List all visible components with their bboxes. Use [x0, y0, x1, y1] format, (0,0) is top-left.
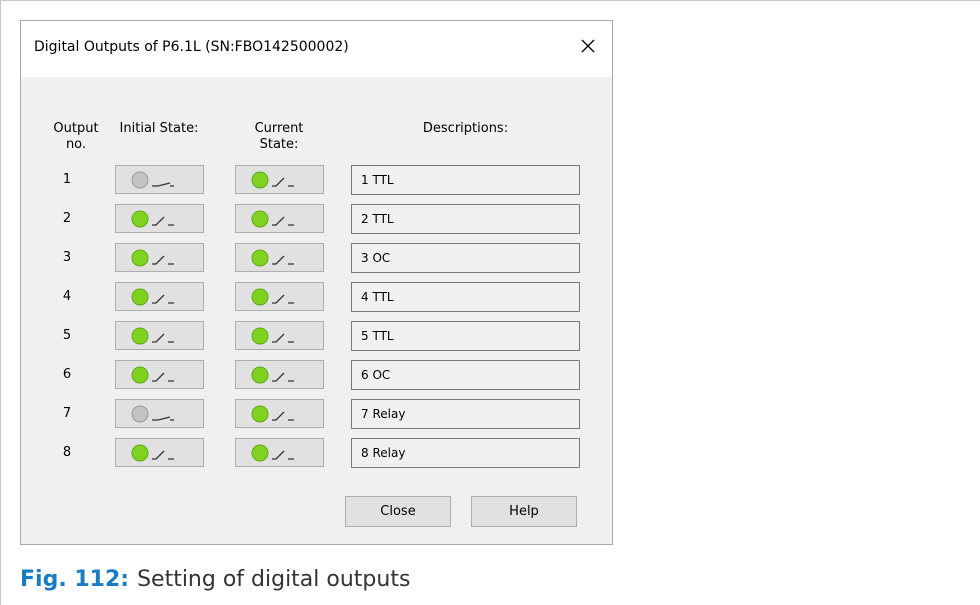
switch-symbol [272, 450, 294, 460]
output-number: 8 [62, 445, 72, 460]
switch-closed-icon [251, 366, 294, 384]
description-field-3[interactable] [351, 243, 580, 273]
description-field-1[interactable] [351, 165, 580, 195]
switch-closed-icon [251, 210, 294, 228]
current-state-toggle-1[interactable] [235, 165, 324, 194]
switch-closed-icon [251, 444, 294, 462]
initial-state-toggle-5[interactable] [115, 321, 204, 350]
switch-symbol [152, 255, 174, 265]
digital-outputs-dialog: Digital Outputs of P6.1L (SN:FBO14250000… [20, 20, 613, 545]
led-on-indicator [251, 288, 269, 306]
led-on-indicator [251, 444, 269, 462]
output-number: 5 [62, 328, 72, 343]
switch-closed-icon [131, 249, 174, 267]
initial-state-toggle-8[interactable] [115, 438, 204, 467]
initial-state-toggle-6[interactable] [115, 360, 204, 389]
switch-symbol [272, 294, 294, 304]
page-top-rule [0, 0, 980, 1]
figure-label: Fig. 112: [20, 567, 130, 592]
description-field-2[interactable] [351, 204, 580, 234]
header-output-no-line1: Output [53, 121, 99, 136]
figure-text: Setting of digital outputs [137, 567, 411, 592]
current-state-toggle-4[interactable] [235, 282, 324, 311]
switch-closed-icon [251, 405, 294, 423]
switch-open-icon [131, 405, 174, 423]
switch-symbol [152, 294, 174, 304]
output-number: 7 [62, 406, 72, 421]
page-left-rule [0, 0, 1, 605]
figure-caption: Fig. 112: Setting of digital outputs [20, 566, 410, 594]
dialog-title: Digital Outputs of P6.1L (SN:FBO14250000… [34, 39, 349, 55]
switch-symbol [272, 333, 294, 343]
switch-symbol [152, 333, 174, 343]
switch-open-icon [131, 171, 174, 189]
led-on-indicator [251, 405, 269, 423]
switch-closed-icon [131, 327, 174, 345]
initial-state-toggle-3[interactable] [115, 243, 204, 272]
description-field-4[interactable] [351, 282, 580, 312]
current-state-toggle-8[interactable] [235, 438, 324, 467]
switch-closed-icon [131, 288, 174, 306]
current-state-toggle-6[interactable] [235, 360, 324, 389]
led-on-indicator [131, 288, 149, 306]
header-current-state-line1: Current [254, 121, 304, 136]
switch-symbol [272, 255, 294, 265]
current-state-toggle-3[interactable] [235, 243, 324, 272]
description-field-6[interactable] [351, 360, 580, 390]
current-state-toggle-5[interactable] [235, 321, 324, 350]
output-number: 1 [62, 172, 72, 187]
dialog-titlebar: Digital Outputs of P6.1L (SN:FBO14250000… [21, 21, 612, 77]
led-on-indicator [131, 249, 149, 267]
help-button[interactable]: Help [471, 496, 577, 527]
header-descriptions: Descriptions: [422, 121, 509, 136]
switch-symbol [152, 372, 174, 382]
led-on-indicator [131, 366, 149, 384]
header-output-no-line2: no. [65, 137, 87, 152]
switch-closed-icon [131, 444, 174, 462]
led-on-indicator [251, 249, 269, 267]
switch-symbol [272, 372, 294, 382]
switch-symbol [152, 182, 174, 187]
switch-closed-icon [251, 327, 294, 345]
output-number: 2 [62, 211, 72, 226]
switch-symbol [272, 216, 294, 226]
led-off-indicator [131, 171, 149, 189]
header-current-state: Current State: [234, 121, 324, 153]
led-on-indicator [131, 444, 149, 462]
led-off-indicator [131, 405, 149, 423]
initial-state-toggle-7[interactable] [115, 399, 204, 428]
output-number: 4 [62, 289, 72, 304]
switch-symbol [152, 216, 174, 226]
initial-state-toggle-2[interactable] [115, 204, 204, 233]
output-number: 6 [62, 367, 72, 382]
led-on-indicator [251, 210, 269, 228]
header-initial-state: Initial State: [119, 121, 199, 136]
switch-closed-icon [251, 288, 294, 306]
led-on-indicator [251, 327, 269, 345]
current-state-toggle-2[interactable] [235, 204, 324, 233]
led-on-indicator [251, 171, 269, 189]
led-on-indicator [131, 327, 149, 345]
close-button[interactable]: Close [345, 496, 451, 527]
switch-symbol [272, 177, 294, 187]
switch-closed-icon [251, 249, 294, 267]
switch-closed-icon [131, 210, 174, 228]
switch-closed-icon [131, 366, 174, 384]
description-field-8[interactable] [351, 438, 580, 468]
header-current-state-line2: State: [259, 137, 299, 152]
switch-symbol [152, 416, 174, 421]
description-field-7[interactable] [351, 399, 580, 429]
switch-symbol [272, 411, 294, 421]
output-number: 3 [62, 250, 72, 265]
current-state-toggle-7[interactable] [235, 399, 324, 428]
led-on-indicator [131, 210, 149, 228]
switch-symbol [152, 450, 174, 460]
switch-closed-icon [251, 171, 294, 189]
header-output-no: Output no. [45, 121, 107, 153]
led-on-indicator [251, 366, 269, 384]
initial-state-toggle-1[interactable] [115, 165, 204, 194]
initial-state-toggle-4[interactable] [115, 282, 204, 311]
close-icon[interactable] [576, 34, 600, 58]
description-field-5[interactable] [351, 321, 580, 351]
